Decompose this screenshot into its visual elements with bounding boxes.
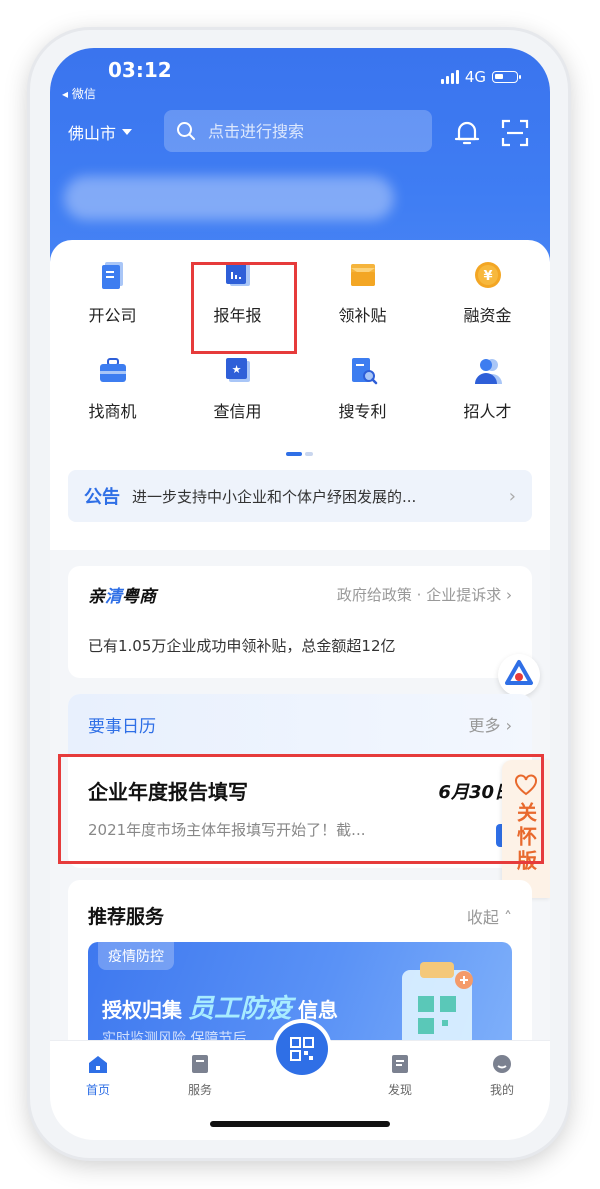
recommend-title: 推荐服务	[88, 906, 165, 928]
service-label: 领补贴	[338, 306, 387, 325]
tab-services[interactable]: 服务	[170, 1053, 230, 1098]
calendar-more-link[interactable]: 更多 ›	[469, 712, 513, 736]
service-opportunities[interactable]: 找商机	[50, 354, 175, 422]
profile-icon	[493, 1055, 511, 1073]
bell-icon[interactable]	[452, 118, 482, 148]
promo-card[interactable]: 亲清粤商 政府给政策 · 企业提诉求 › 已有1.05万企业成功申领补贴，总金额…	[68, 566, 532, 678]
yuan-coin-icon: ¥	[474, 262, 501, 288]
tab-me[interactable]: 我的	[472, 1053, 532, 1098]
caret-down-icon	[122, 129, 133, 135]
chevron-right-icon: ›	[508, 485, 516, 507]
tab-discover[interactable]: 发现	[370, 1053, 430, 1098]
tab-label: 我的	[489, 1083, 514, 1097]
service-subsidy[interactable]: 领补贴	[300, 258, 425, 326]
services-card: 开公司 报年报 领补贴 ¥ 融资金 找商机 ★ 查信用 搜专利 招人才 公告 进…	[50, 240, 550, 550]
home-icon	[89, 1056, 107, 1073]
promo-brand: 亲清粤商	[88, 587, 156, 607]
services-grid: 开公司 报年报 领补贴 ¥ 融资金 找商机 ★ 查信用 搜专利 招人才	[50, 258, 550, 422]
network-label: 4G	[464, 68, 486, 86]
discover-icon	[392, 1055, 408, 1073]
city-label: 佛山市	[68, 124, 117, 143]
star-card-icon: ★	[225, 358, 250, 382]
service-label: 找商机	[88, 402, 137, 421]
search-bar[interactable]	[164, 110, 432, 152]
service-label: 查信用	[213, 402, 262, 421]
service-financing[interactable]: ¥ 融资金	[425, 258, 550, 326]
search-icon	[177, 122, 195, 140]
home-indicator	[210, 1121, 390, 1127]
calendar-header: 要事日历 更多 ›	[68, 694, 532, 754]
scan-icon[interactable]	[500, 118, 530, 148]
promo-subtitle: 政府给政策 · 企业提诉求 ›	[336, 586, 512, 604]
annotation-box-calendar-event	[58, 754, 544, 864]
qr-code-button[interactable]	[276, 1023, 328, 1075]
floating-logo-icon[interactable]	[498, 654, 540, 696]
page-indicator	[286, 452, 313, 456]
service-credit[interactable]: ★ 查信用	[175, 354, 300, 422]
phone-screen: 03:12 ◂ 微信 4G 佛山市 点击进行搜索 开公司 报年报 领补贴 ¥ 融…	[50, 48, 550, 1140]
envelope-icon	[350, 264, 375, 286]
back-to-app-link[interactable]: ◂ 微信	[62, 85, 96, 102]
service-open-company[interactable]: 开公司	[50, 258, 175, 326]
tab-label: 服务	[187, 1083, 212, 1097]
bookmark-icon	[192, 1055, 208, 1073]
svg-text:¥: ¥	[483, 269, 492, 284]
notice-bar[interactable]: 公告 进一步支持中小企业和个体户纾困发展的... ›	[68, 470, 532, 522]
service-label: 搜专利	[338, 402, 387, 421]
service-label: 招人才	[463, 402, 512, 421]
search-doc-icon	[351, 358, 377, 385]
tab-label: 发现	[387, 1083, 412, 1097]
search-input[interactable]	[206, 120, 410, 142]
service-talent[interactable]: 招人才	[425, 354, 550, 422]
blurred-company-info	[64, 176, 394, 220]
tab-home[interactable]: 首页	[68, 1053, 128, 1098]
promo-message: 已有1.05万企业成功申领补贴，总金额超12亿	[88, 637, 396, 655]
tab-label: 首页	[85, 1083, 110, 1097]
signal-icon	[440, 70, 459, 84]
banner-headline: 授权归集 员工防疫 信息	[102, 994, 339, 1024]
service-patent[interactable]: 搜专利	[300, 354, 425, 422]
person-icon	[474, 359, 502, 384]
city-selector[interactable]: 佛山市	[68, 120, 133, 144]
document-icon	[101, 262, 123, 289]
svg-text:★: ★	[231, 363, 241, 376]
recommend-collapse-button[interactable]: 收起 ˄	[467, 904, 512, 928]
calendar-title: 要事日历	[88, 716, 156, 737]
battery-icon	[492, 71, 521, 83]
annotation-box-annual-report	[191, 262, 297, 354]
briefcase-icon	[99, 358, 126, 382]
banner-tag: 疫情防控	[98, 942, 174, 970]
status-time: 03:12	[108, 58, 172, 82]
qr-code-icon	[290, 1037, 314, 1061]
notice-tag: 公告	[84, 487, 120, 508]
notice-text: 进一步支持中小企业和个体户纾困发展的...	[132, 487, 417, 506]
bottom-tab-bar: 首页 服务 发现 我的	[50, 1023, 550, 1140]
service-label: 融资金	[463, 306, 512, 325]
status-indicators: 4G	[440, 68, 521, 86]
service-label: 开公司	[88, 306, 137, 325]
